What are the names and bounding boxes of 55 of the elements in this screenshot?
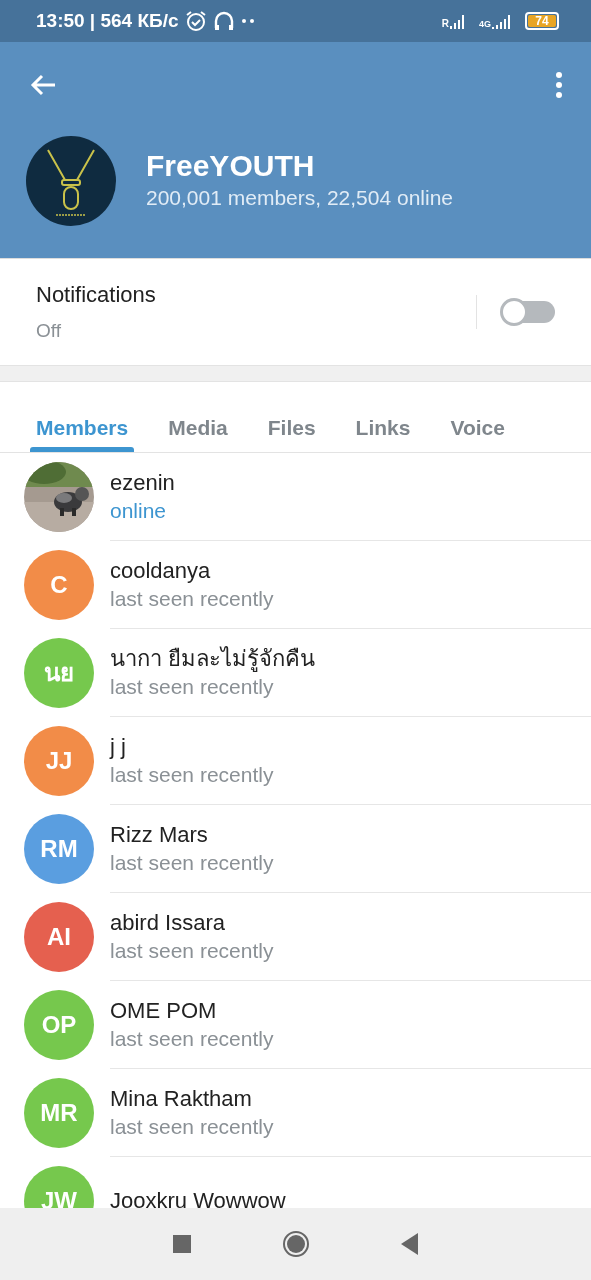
tab[interactable]: Voice xyxy=(430,382,525,452)
member-status: last seen recently xyxy=(110,587,275,612)
member-count: 200,001 members, 22,504 online xyxy=(146,184,454,211)
member-status: last seen recently xyxy=(110,675,275,700)
notifications-label: Notifications xyxy=(36,281,156,310)
signal-label: R xyxy=(441,19,449,29)
member-name: Jooxkru Wowwow xyxy=(110,1187,287,1208)
member-status: last seen recently xyxy=(110,1027,275,1052)
member-row[interactable]: AI abird Issara last seen recently xyxy=(0,893,591,981)
notifications-value: Off xyxy=(36,319,62,344)
member-row[interactable]: ezenin online xyxy=(0,453,591,541)
avatar: JJ xyxy=(24,726,94,796)
member-row[interactable]: MR Mina Raktham last seen recently xyxy=(0,1069,591,1157)
member-row[interactable]: นย นากา ยืมละไม่รู้จักคืน last seen recently xyxy=(0,629,591,717)
member-status: last seen recently xyxy=(110,939,275,964)
notifications-toggle[interactable] xyxy=(503,301,555,323)
avatar: RM xyxy=(24,814,94,884)
signal-icon xyxy=(491,13,511,29)
member-name: ezenin xyxy=(110,469,176,496)
member-status: last seen recently xyxy=(110,1115,275,1140)
member-name: นากา ยืมละไม่รู้จักคืน xyxy=(110,645,317,672)
battery-level: 74 xyxy=(528,15,556,27)
recents-icon[interactable] xyxy=(171,1234,192,1254)
member-name: j j xyxy=(110,733,127,760)
member-name: abird Issara xyxy=(110,909,226,936)
avatar: MR xyxy=(24,1078,94,1148)
member-row[interactable]: C cooldanya last seen recently xyxy=(0,541,591,629)
member-name: Rizz Mars xyxy=(110,821,209,848)
avatar: OP xyxy=(24,990,94,1060)
tab[interactable]: Links xyxy=(335,382,431,452)
status-time: 13:50 | 564 КБ/с xyxy=(36,8,179,33)
headphones-icon xyxy=(212,10,235,32)
avatar: C xyxy=(24,550,94,620)
member-name: cooldanya xyxy=(110,557,212,584)
member-name: OME POM xyxy=(110,997,218,1024)
back-arrow-icon[interactable] xyxy=(29,73,57,97)
more-options-icon[interactable] xyxy=(555,72,563,98)
tab[interactable]: Files xyxy=(247,382,336,452)
member-row[interactable]: OP OME POM last seen recently xyxy=(0,981,591,1069)
back-icon[interactable] xyxy=(399,1232,420,1256)
more-notifications-icon xyxy=(240,18,255,24)
signal-label: 4G xyxy=(479,20,491,29)
member-status: online xyxy=(110,499,168,524)
member-name: Mina Raktham xyxy=(110,1085,253,1112)
signal-icon xyxy=(449,13,465,29)
tab[interactable]: Media xyxy=(148,382,248,452)
member-row[interactable]: JJ j j last seen recently xyxy=(0,717,591,805)
member-status: last seen recently xyxy=(110,763,275,788)
member-status: last seen recently xyxy=(110,851,275,876)
member-row[interactable]: RM Rizz Mars last seen recently xyxy=(0,805,591,893)
home-icon[interactable] xyxy=(281,1230,310,1258)
avatar: นย xyxy=(24,638,94,708)
alarm-icon xyxy=(184,10,207,32)
avatar: AI xyxy=(24,902,94,972)
channel-title: FreeYOUTH xyxy=(146,148,316,182)
